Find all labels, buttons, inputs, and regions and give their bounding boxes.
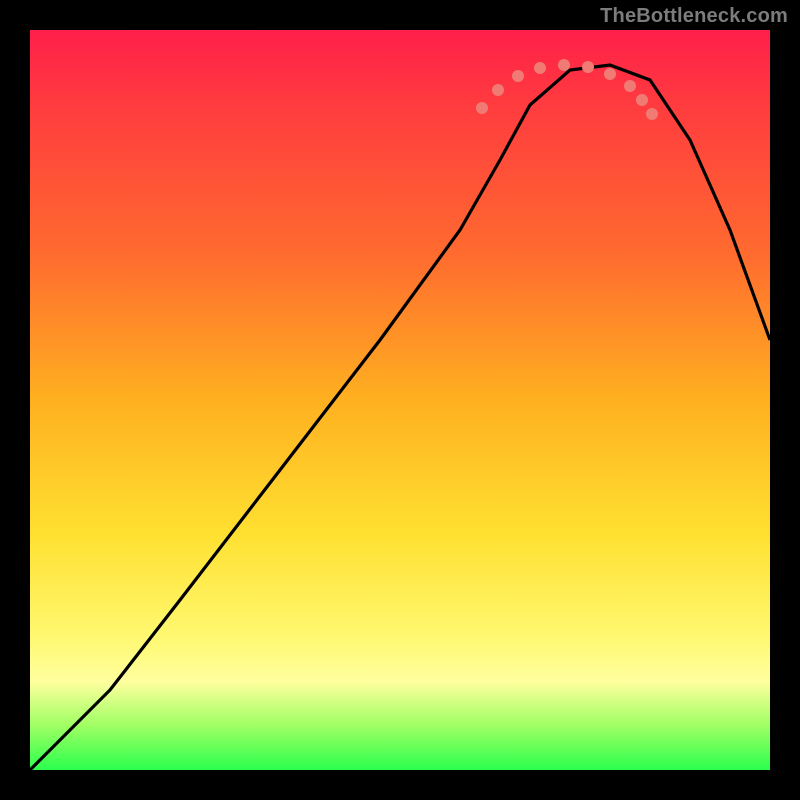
flat-region-markers bbox=[30, 30, 770, 770]
plot-area bbox=[30, 30, 770, 770]
outer-frame: TheBottleneck.com bbox=[0, 0, 800, 800]
marker-dot bbox=[624, 80, 636, 92]
marker-dot bbox=[534, 62, 546, 74]
watermark-text: TheBottleneck.com bbox=[600, 6, 788, 26]
marker-dot bbox=[476, 102, 488, 114]
marker-dot bbox=[512, 70, 524, 82]
marker-dot bbox=[646, 108, 658, 120]
marker-dot bbox=[582, 61, 594, 73]
marker-dot bbox=[636, 94, 648, 106]
marker-dot bbox=[558, 59, 570, 71]
marker-dot bbox=[604, 68, 616, 80]
marker-dot bbox=[492, 84, 504, 96]
